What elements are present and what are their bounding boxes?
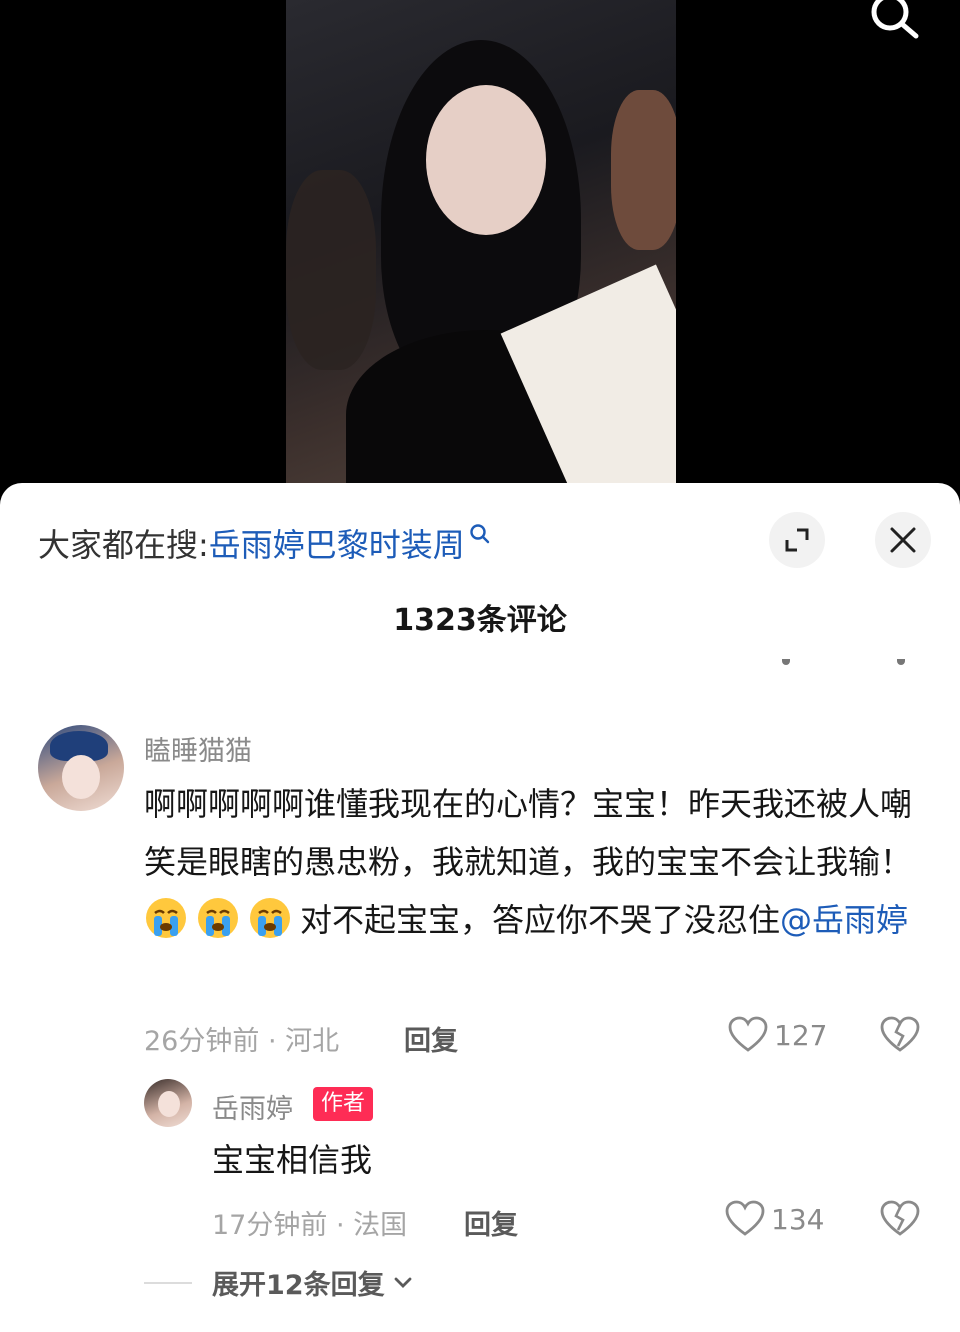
broken-heart-icon [880, 1016, 920, 1052]
expand-replies-button[interactable]: 展开12条回复 [212, 1263, 413, 1302]
close-button[interactable] [875, 512, 931, 568]
like-count: 134 [771, 1202, 825, 1236]
search-icon[interactable] [866, 0, 920, 42]
comment-text-part2: 对不起宝宝，答应你不哭了没忍住 [300, 901, 781, 939]
dislike-button[interactable] [880, 1200, 920, 1238]
reply-button[interactable]: 回复 [404, 1019, 458, 1058]
comment-username[interactable]: 瞌睡猫猫 [144, 729, 252, 768]
avatar-face [62, 755, 100, 799]
avatar-face [158, 1091, 180, 1117]
loudly-crying-emoji [250, 898, 290, 938]
scroll-hint-mark [897, 659, 905, 665]
trending-keyword[interactable]: 岳雨婷巴黎时装周 [209, 520, 465, 566]
avatar[interactable] [38, 725, 124, 811]
search-icon [470, 524, 490, 544]
chevron-down-icon [394, 1277, 411, 1288]
loudly-crying-emoji [146, 898, 186, 938]
comment-panel: 大家都在搜: 岳雨婷巴黎时装周 1323条评论 瞌睡猫猫 啊啊啊啊啊谁懂我现在的… [0, 483, 960, 1332]
loudly-crying-emoji [198, 898, 238, 938]
broken-heart-icon [880, 1200, 920, 1236]
author-badge: 作者 [313, 1087, 374, 1121]
dislike-button[interactable] [880, 1016, 920, 1054]
comment-meta: 26分钟前 · 河北 [144, 1026, 340, 1057]
video-subject-face [426, 85, 546, 235]
heart-icon [728, 1016, 768, 1052]
like-button[interactable]: 127 [728, 1016, 827, 1054]
expand-divider [144, 1282, 192, 1284]
video-player[interactable] [0, 0, 960, 500]
reply-username[interactable]: 岳雨婷 [212, 1087, 293, 1126]
expand-replies-label: 展开12条回复 [212, 1270, 385, 1301]
mention-link[interactable]: @岳雨婷 [780, 901, 908, 939]
reply-button[interactable]: 回复 [464, 1203, 518, 1242]
like-button[interactable]: 134 [725, 1200, 824, 1238]
video-frame[interactable] [286, 0, 676, 483]
comment-text-part1: 啊啊啊啊啊谁懂我现在的心情？宝宝！昨天我还被人嘲笑是眼瞎的愚忠粉，我就知道，我的… [144, 785, 913, 881]
heart-icon [725, 1200, 765, 1236]
reply-meta: 17分钟前 · 法国 [212, 1210, 408, 1241]
comment-count: 1323条评论 [393, 603, 567, 638]
trending-search[interactable]: 大家都在搜: 岳雨婷巴黎时装周 [38, 521, 491, 565]
video-background-person [611, 90, 676, 250]
comment-text[interactable]: 啊啊啊啊啊谁懂我现在的心情？宝宝！昨天我还被人嘲笑是眼瞎的愚忠粉，我就知道，我的… [144, 775, 934, 949]
close-icon [890, 527, 916, 553]
expand-button[interactable] [769, 512, 825, 568]
trending-label: 大家都在搜: [38, 526, 209, 564]
video-background-person [286, 170, 376, 370]
reply-text[interactable]: 宝宝相信我 [212, 1135, 372, 1181]
expand-icon [785, 528, 809, 552]
like-count: 127 [774, 1018, 828, 1052]
avatar[interactable] [144, 1079, 192, 1127]
scroll-hint-mark [782, 659, 790, 665]
